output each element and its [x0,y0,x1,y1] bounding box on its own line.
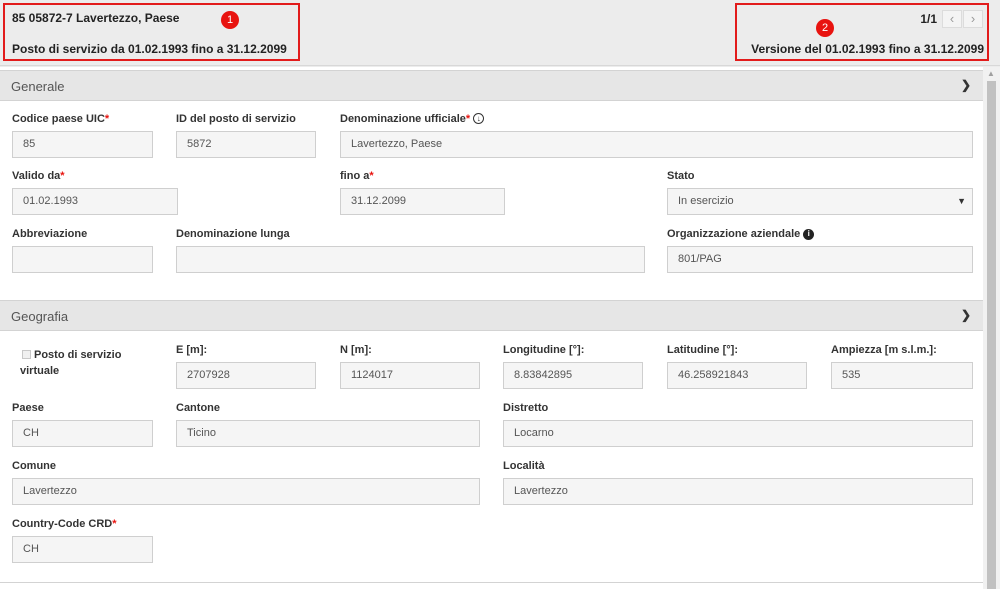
record-validity: Posto di servizio da 01.02.1993 fino a 3… [12,42,287,56]
info-icon[interactable]: i [803,229,815,240]
annotation-marker-2: 2 [816,19,834,37]
section-title: Generale [11,79,65,94]
locality-label: Località [503,460,545,472]
status-select[interactable]: In esercizio ▼ [667,188,973,215]
scroll-up-icon[interactable]: ▲ [987,69,995,78]
version-pager: 1/1 ‹ › [920,10,983,28]
uic-label: Codice paese UIC* [12,113,110,125]
valid-to-label: fino a* [340,170,374,182]
long-name-label: Denominazione lunga [176,228,290,240]
vertical-scrollbar[interactable]: ▲ [983,67,1000,589]
country-label: Paese [12,402,44,414]
east-label: E [m]: [176,344,208,356]
crd-label: Country-Code CRD* [12,518,117,530]
virtual-checkbox-label: Posto di servizio virtuale [20,349,122,377]
scrollbar-thumb[interactable] [987,81,996,589]
chevron-left-icon: ‹ [949,11,955,26]
next-version-button[interactable]: › [963,10,983,28]
record-title: 85 05872-7 Lavertezzo, Paese [12,11,180,25]
station-id-label: ID del posto di servizio [176,113,296,125]
uic-field[interactable]: 85 [12,131,153,158]
canton-field[interactable]: Ticino [176,420,480,447]
station-id-field[interactable]: 5872 [176,131,316,158]
district-label: Distretto [503,402,549,414]
org-label: Organizzazione aziendale i [667,228,815,240]
version-count: 1/1 [920,12,937,26]
valid-to-field[interactable]: 31.12.2099 [340,188,505,215]
record-header: 85 05872-7 Lavertezzo, Paese Posto di se… [0,0,1000,66]
longitude-field[interactable]: 8.83842895 [503,362,643,389]
locality-field[interactable]: Lavertezzo [503,478,973,505]
longitude-label: Longitudine [°]: [503,344,585,356]
long-name-field[interactable] [176,246,645,273]
official-name-field[interactable]: Lavertezzo, Paese [340,131,973,158]
crd-field[interactable]: CH [12,536,153,563]
download-info-icon[interactable]: ↓ [473,113,485,124]
org-field[interactable]: 801/PAG [667,246,973,273]
north-field[interactable]: 1124017 [340,362,480,389]
version-box: 1/1 ‹ › Versione del 01.02.1993 fino a 3… [735,3,989,61]
country-field[interactable]: CH [12,420,153,447]
latitude-field[interactable]: 46.258921843 [667,362,807,389]
altitude-field[interactable]: 535 [831,362,973,389]
section-divider [0,582,983,583]
abbreviation-field[interactable] [12,246,153,273]
caret-down-icon: ▼ [957,196,966,206]
section-generale-header[interactable]: Generale ❯ [0,70,983,101]
valid-from-field[interactable]: 01.02.1993 [12,188,178,215]
chevron-down-icon[interactable]: ❯ [961,78,971,92]
canton-label: Cantone [176,402,220,414]
status-label: Stato [667,170,695,182]
valid-from-label: Valido da* [12,170,65,182]
east-field[interactable]: 2707928 [176,362,316,389]
district-field[interactable]: Locarno [503,420,973,447]
abbreviation-label: Abbreviazione [12,228,88,240]
north-label: N [m]: [340,344,372,356]
municipality-label: Comune [12,460,56,472]
official-name-label: Denominazione ufficiale* ↓ [340,113,485,125]
section-geografia-header[interactable]: Geografia ❯ [0,300,983,331]
latitude-label: Latitudine [°]: [667,344,738,356]
altitude-label: Ampiezza [m s.l.m.]: [831,344,937,356]
prev-version-button[interactable]: ‹ [942,10,962,28]
section-title: Geografia [11,309,69,324]
chevron-down-icon[interactable]: ❯ [961,308,971,322]
version-validity: Versione del 01.02.1993 fino a 31.12.209… [751,42,984,56]
chevron-right-icon: › [970,11,976,26]
record-title-box: 85 05872-7 Lavertezzo, Paese Posto di se… [3,3,300,61]
annotation-marker-1: 1 [221,11,239,29]
municipality-field[interactable]: Lavertezzo [12,478,480,505]
form-content: Generale ❯ Codice paese UIC* 85 ID del p… [0,67,983,589]
